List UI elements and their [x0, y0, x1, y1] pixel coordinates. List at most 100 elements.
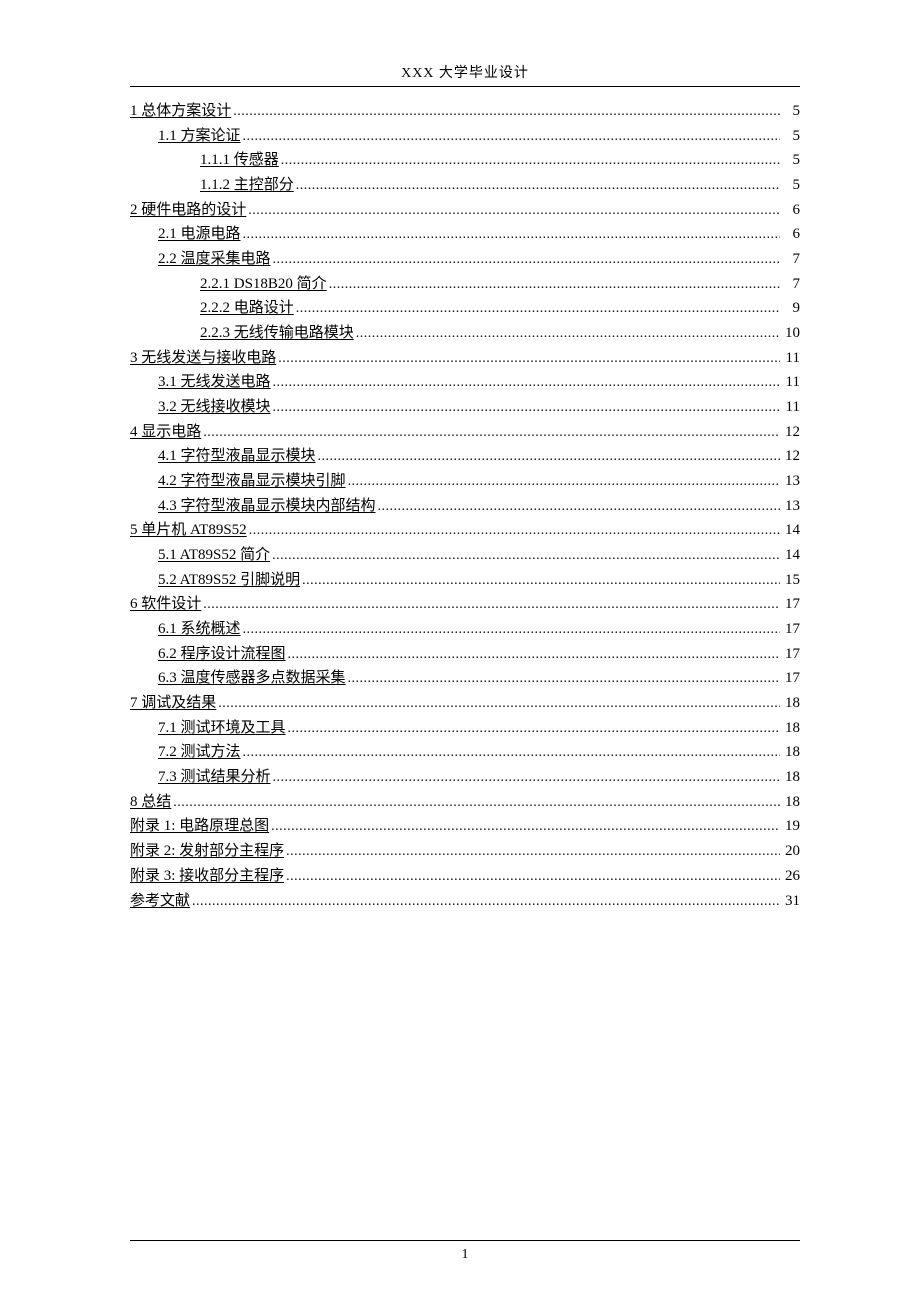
toc-entry[interactable]: 1.1 方案论证5	[130, 124, 800, 149]
toc-leader	[281, 150, 780, 173]
toc-entry-page: 17	[782, 592, 800, 616]
toc-leader	[233, 101, 780, 124]
toc-entry-page: 5	[782, 173, 800, 197]
toc-entry[interactable]: 5.2 AT89S52 引脚说明 15	[130, 568, 800, 593]
toc-entry-page: 9	[782, 296, 800, 320]
toc-leader	[192, 891, 780, 914]
toc-entry-label: 参考文献	[130, 889, 190, 913]
toc-entry[interactable]: 4.2 字符型液晶显示模块引脚 13	[130, 469, 800, 494]
toc-entry-label: 3.2 无线接收模块	[158, 395, 271, 419]
toc-entry[interactable]: 6.1 系统概述 17	[130, 617, 800, 642]
toc-entry-page: 17	[782, 642, 800, 666]
toc-entry-page: 13	[782, 469, 800, 493]
toc-leader	[378, 496, 780, 519]
toc-entry-page: 5	[782, 148, 800, 172]
toc-entry[interactable]: 附录 1: 电路原理总图19	[130, 814, 800, 839]
toc-entry[interactable]: 附录 2: 发射部分主程序20	[130, 839, 800, 864]
toc-entry-label: 1.1.2 主控部分	[200, 173, 294, 197]
toc-entry[interactable]: 3.1 无线发送电路 11	[130, 370, 800, 395]
toc-leader	[248, 200, 780, 223]
toc-leader	[296, 298, 780, 321]
toc-entry-page: 14	[782, 543, 800, 567]
toc-entry[interactable]: 2.2 温度采集电路 7	[130, 247, 800, 272]
toc-entry[interactable]: 1 总体方案设计5	[130, 99, 800, 124]
toc-entry-label: 5.2 AT89S52 引脚说明	[158, 568, 300, 592]
toc-entry[interactable]: 1.1.2 主控部分 5	[130, 173, 800, 198]
toc-entry-label: 2.2.3 无线传输电路模块	[200, 321, 354, 345]
page-footer: 1	[130, 1240, 800, 1263]
toc-leader	[273, 249, 780, 272]
toc-entry-page: 11	[782, 395, 800, 419]
toc-entry[interactable]: 7.1 测试环境及工具 18	[130, 716, 800, 741]
toc-entry-page: 20	[782, 839, 800, 863]
toc-entry-page: 10	[782, 321, 800, 345]
toc-entry[interactable]: 2 硬件电路的设计 6	[130, 198, 800, 223]
toc-entry-page: 18	[782, 790, 800, 814]
toc-leader	[356, 323, 780, 346]
toc-leader	[273, 767, 780, 790]
toc-entry-page: 12	[782, 444, 800, 468]
toc-entry-label: 1.1 方案论证	[158, 124, 241, 148]
page-header: XXX 大学毕业设计	[130, 62, 800, 87]
toc-entry-label: 2.2 温度采集电路	[158, 247, 271, 271]
toc-entry-label: 4.1 字符型液晶显示模块	[158, 444, 316, 468]
toc-entry-page: 17	[782, 666, 800, 690]
toc-entry-page: 13	[782, 494, 800, 518]
toc-entry[interactable]: 1.1.1 传感器5	[130, 148, 800, 173]
toc-entry[interactable]: 7.2 测试方法18	[130, 740, 800, 765]
toc-entry[interactable]: 2.2.1 DS18B20 简介7	[130, 272, 800, 297]
toc-entry-page: 12	[782, 420, 800, 444]
toc-entry-label: 6.1 系统概述	[158, 617, 241, 641]
toc-entry-page: 15	[782, 568, 800, 592]
toc-entry[interactable]: 6 软件设计17	[130, 592, 800, 617]
toc-entry-label: 7.2 测试方法	[158, 740, 241, 764]
toc-entry-label: 7.3 测试结果分析	[158, 765, 271, 789]
toc-entry[interactable]: 附录 3: 接收部分主程序26	[130, 864, 800, 889]
toc-entry[interactable]: 2.1 电源电路6	[130, 222, 800, 247]
toc-entry[interactable]: 4 显示电路 12	[130, 420, 800, 445]
toc-entry[interactable]: 6.3 温度传感器多点数据采集 17	[130, 666, 800, 691]
toc-entry-label: 6.3 温度传感器多点数据采集	[158, 666, 346, 690]
toc-entry-page: 5	[782, 99, 800, 123]
toc-leader	[273, 397, 780, 420]
toc-entry-page: 14	[782, 518, 800, 542]
toc-leader	[348, 668, 780, 691]
toc-entry-label: 3.1 无线发送电路	[158, 370, 271, 394]
toc-leader	[243, 224, 780, 247]
toc-entry-label: 4.2 字符型液晶显示模块引脚	[158, 469, 346, 493]
toc-leader	[288, 644, 780, 667]
toc-entry-label: 4 显示电路	[130, 420, 201, 444]
toc-entry-page: 11	[782, 346, 800, 370]
toc-entry-label: 7.1 测试环境及工具	[158, 716, 286, 740]
toc-entry-page: 7	[782, 247, 800, 271]
toc-entry[interactable]: 6.2 程序设计流程图17	[130, 642, 800, 667]
toc-entry[interactable]: 7 调试及结果18	[130, 691, 800, 716]
page-number: 1	[462, 1247, 469, 1262]
toc-entry-page: 6	[782, 198, 800, 222]
toc-leader	[249, 520, 780, 543]
toc-entry[interactable]: 4.3 字符型液晶显示模块内部结构 13	[130, 494, 800, 519]
toc-entry-label: 8 总结	[130, 790, 171, 814]
toc-entry[interactable]: 4.1 字符型液晶显示模块 12	[130, 444, 800, 469]
toc-entry-page: 18	[782, 716, 800, 740]
toc-entry[interactable]: 参考文献 31	[130, 889, 800, 914]
toc-entry[interactable]: 3.2 无线接收模块 11	[130, 395, 800, 420]
toc-entry-label: 2.2.2 电路设计	[200, 296, 294, 320]
toc-entry-page: 18	[782, 765, 800, 789]
toc-entry-label: 7 调试及结果	[130, 691, 216, 715]
toc-entry[interactable]: 5.1 AT89S52 简介 14	[130, 543, 800, 568]
toc-leader	[203, 594, 780, 617]
toc-entry-label: 2 硬件电路的设计	[130, 198, 246, 222]
toc-entry-page: 31	[782, 889, 800, 913]
toc-entry-page: 17	[782, 617, 800, 641]
toc-entry-label: 4.3 字符型液晶显示模块内部结构	[158, 494, 376, 518]
toc-entry[interactable]: 2.2.2 电路设计 9	[130, 296, 800, 321]
toc-leader	[318, 446, 780, 469]
toc-entry-page: 11	[782, 370, 800, 394]
toc-entry[interactable]: 7.3 测试结果分析 18	[130, 765, 800, 790]
toc-entry[interactable]: 5 单片机 AT89S5214	[130, 518, 800, 543]
toc-entry[interactable]: 3 无线发送与接收电路11	[130, 346, 800, 371]
toc-entry[interactable]: 8 总结 18	[130, 790, 800, 815]
toc-entry-label: 5.1 AT89S52 简介	[158, 543, 270, 567]
toc-entry[interactable]: 2.2.3 无线传输电路模块 10	[130, 321, 800, 346]
